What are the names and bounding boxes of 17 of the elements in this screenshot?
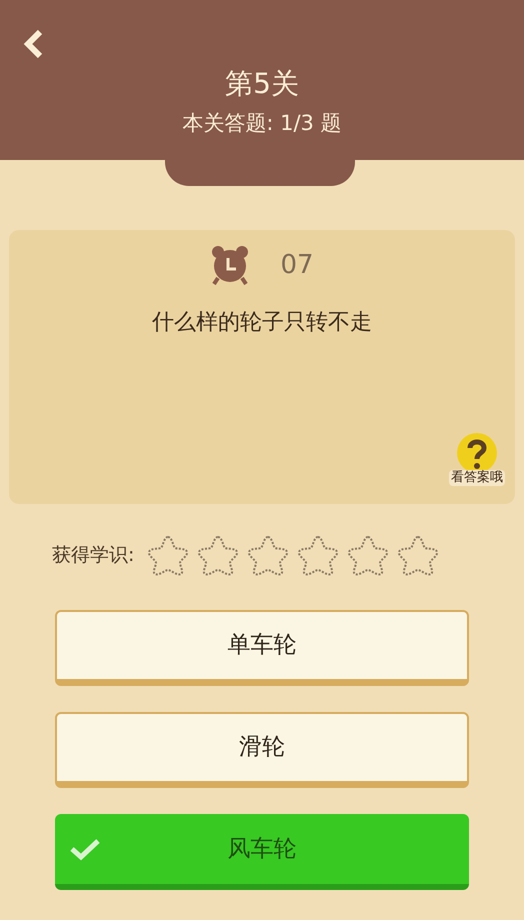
star-icon [396,534,440,576]
check-icon [69,837,101,861]
level-title: 第5关 [225,66,299,102]
answer-option[interactable]: 滑轮 [55,712,469,788]
star-icon [346,534,390,576]
star-icon [196,534,240,576]
question-text: 什么样的轮子只转不走 [152,309,372,337]
progress-text: 本关答题: 1/3 题 [182,110,342,137]
alarm-clock-icon [210,244,250,286]
knowledge-label: 获得学识: [52,542,134,568]
timer-text: 07 [280,248,314,282]
star-icon [146,534,190,576]
star-icon [246,534,290,576]
answer-option[interactable]: 风车轮 [55,814,469,890]
answer-option[interactable]: 单车轮 [55,610,469,686]
star-icon [296,534,340,576]
hint-button[interactable]: 看答案哦 [449,432,505,486]
